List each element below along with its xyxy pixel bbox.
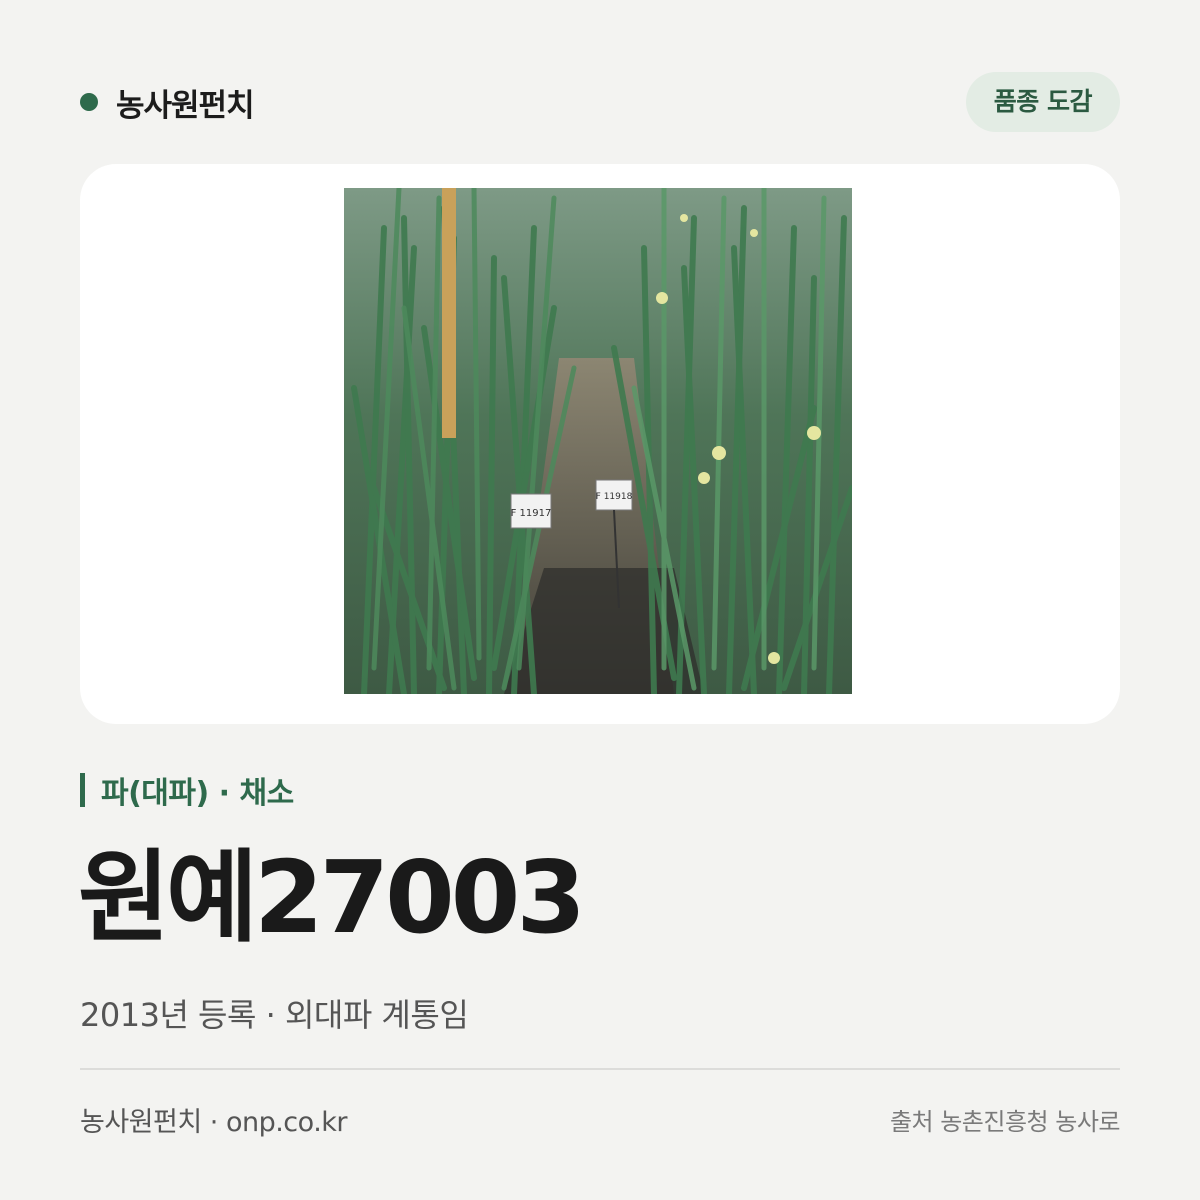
scallion-field-photo: F 11917 F 11918 [344,188,852,694]
footer-divider [80,1068,1120,1070]
variety-name: 원예27003 [78,839,586,956]
brand-dot-icon [80,93,98,111]
variety-catalog-tag[interactable]: 품종 도감 [965,72,1120,132]
marker-label-right: F 11918 [596,492,633,502]
photo-card: F 11917 F 11918 [80,164,1120,724]
header: 농사원펀치 품종 도감 [80,72,1120,132]
category: 파(대파) · 채소 [80,770,294,811]
category-label: 파(대파) · 채소 [101,776,294,811]
marker-label-left: F 11917 [511,508,552,519]
variety-description: 2013년 등록 · 외대파 계통임 [80,996,469,1034]
footer-site[interactable]: 농사원펀치 · onp.co.kr [80,1100,348,1139]
brand[interactable]: 농사원펀치 [80,80,255,125]
photo-illustration: F 11917 F 11918 [344,188,852,694]
category-bar [80,773,85,807]
footer-source: 출처 농촌진흥청 농사로 [889,1108,1121,1136]
brand-name: 농사원펀치 [116,87,255,124]
